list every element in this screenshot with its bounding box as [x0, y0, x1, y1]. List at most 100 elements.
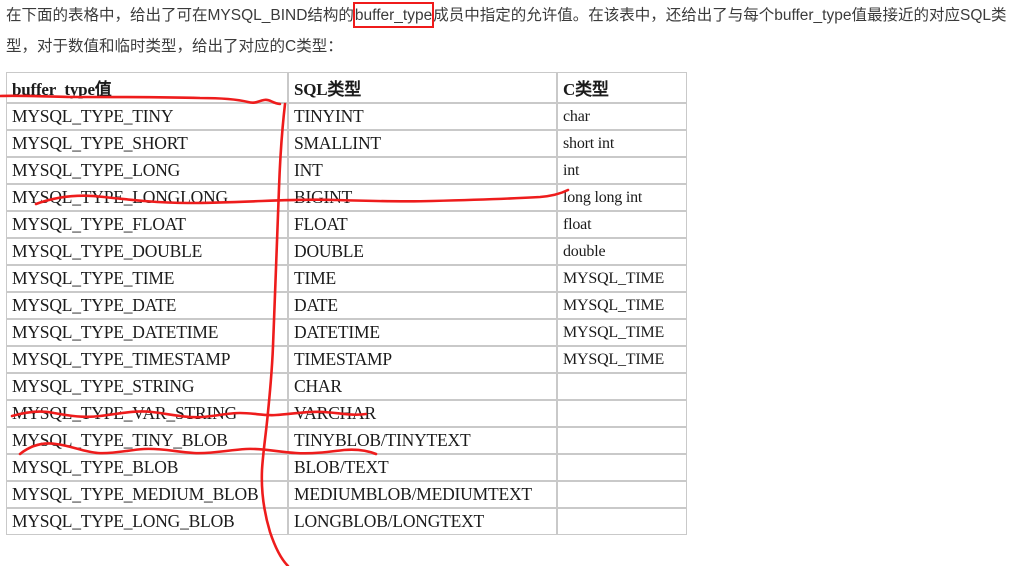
cell-buffer-type-label: MYSQL_TYPE_MEDIUM_BLOB [12, 484, 259, 504]
cell-c-type [557, 373, 687, 400]
cell-sql-type: VARCHAR [288, 400, 557, 427]
cell-c-type: MYSQL_TIME [557, 319, 687, 346]
cell-c-type: float [557, 211, 687, 238]
table-header-row: buffer_type值 SQL类型 C类型 [6, 72, 687, 103]
buffer-type-table: buffer_type值 SQL类型 C类型 MYSQL_TYPE_TINY TI… [6, 72, 687, 535]
table-header: buffer_type值 SQL类型 C类型 [6, 72, 687, 103]
column-header-c-type: C类型 [557, 72, 687, 103]
cell-buffer-type-label: MYSQL_TYPE_TIME [12, 268, 175, 288]
cell-buffer-type-label: MYSQL_TYPE_FLOAT [12, 214, 186, 234]
cell-buffer-type-label: MYSQL_TYPE_VAR_STRING [12, 403, 237, 423]
cell-buffer-type: MYSQL_TYPE_TINY [6, 103, 288, 130]
cell-buffer-type: MYSQL_TYPE_DOUBLE [6, 238, 288, 265]
cell-buffer-type-label: MYSQL_TYPE_TIMESTAMP [12, 349, 231, 369]
cell-sql-type-label: INT [294, 160, 323, 180]
cell-buffer-type-label: MYSQL_TYPE_SHORT [12, 133, 188, 153]
table-row: MYSQL_TYPE_LONG_BLOB LONGBLOB/LONGTEXT [6, 508, 687, 535]
cell-buffer-type: MYSQL_TYPE_LONGLONG [6, 184, 288, 211]
cell-sql-type-label: BIGINT [294, 187, 353, 207]
cell-sql-type-label: MEDIUMBLOB/MEDIUMTEXT [294, 484, 532, 504]
column-header-buffer-type: buffer_type值 [6, 72, 288, 103]
table-row: MYSQL_TYPE_TIME TIME MYSQL_TIME [6, 265, 687, 292]
cell-c-type: double [557, 238, 687, 265]
cell-buffer-type-label: MYSQL_TYPE_TINY_BLOB [12, 430, 228, 450]
cell-buffer-type: MYSQL_TYPE_TINY_BLOB [6, 427, 288, 454]
cell-buffer-type-label: MYSQL_TYPE_BLOB [12, 457, 179, 477]
cell-c-type-label: double [563, 242, 606, 260]
cell-sql-type-label: TIMESTAMP [294, 349, 392, 369]
buffer-type-highlight: buffer_type [352, 0, 435, 31]
table-row: MYSQL_TYPE_VAR_STRING VARCHAR [6, 400, 687, 427]
cell-buffer-type: MYSQL_TYPE_LONG [6, 157, 288, 184]
cell-c-type [557, 400, 687, 427]
table-row: MYSQL_TYPE_SHORT SMALLINT short int [6, 130, 687, 157]
table-row: MYSQL_TYPE_TINY TINYINT char [6, 103, 687, 130]
cell-sql-type-label: CHAR [294, 376, 342, 396]
cell-sql-type-label: VARCHAR [294, 403, 376, 423]
cell-buffer-type: MYSQL_TYPE_DATETIME [6, 319, 288, 346]
cell-buffer-type: MYSQL_TYPE_MEDIUM_BLOB [6, 481, 288, 508]
table-row: MYSQL_TYPE_DATETIME DATETIME MYSQL_TIME [6, 319, 687, 346]
cell-sql-type: BLOB/TEXT [288, 454, 557, 481]
cell-c-type: char [557, 103, 687, 130]
cell-buffer-type: MYSQL_TYPE_FLOAT [6, 211, 288, 238]
cell-c-type-label: long long int [563, 188, 643, 206]
cell-sql-type: DATETIME [288, 319, 557, 346]
cell-buffer-type-label: MYSQL_TYPE_DOUBLE [12, 241, 203, 261]
table-row: MYSQL_TYPE_BLOB BLOB/TEXT [6, 454, 687, 481]
cell-sql-type: LONGBLOB/LONGTEXT [288, 508, 557, 535]
table-row: MYSQL_TYPE_TIMESTAMP TIMESTAMP MYSQL_TIME [6, 346, 687, 373]
cell-sql-type: MEDIUMBLOB/MEDIUMTEXT [288, 481, 557, 508]
table-row: MYSQL_TYPE_MEDIUM_BLOB MEDIUMBLOB/MEDIUMT… [6, 481, 687, 508]
cell-c-type [557, 481, 687, 508]
cell-c-type-label: MYSQL_TIME [563, 350, 665, 368]
table-row: MYSQL_TYPE_TINY_BLOB TINYBLOB/TINYTEXT [6, 427, 687, 454]
cell-sql-type: DATE [288, 292, 557, 319]
column-header-c-type-label: C类型 [563, 80, 609, 99]
cell-c-type: MYSQL_TIME [557, 346, 687, 373]
cell-sql-type-label: TINYINT [294, 106, 364, 126]
cell-sql-type-label: DATETIME [294, 322, 380, 342]
cell-sql-type: TINYINT [288, 103, 557, 130]
cell-c-type [557, 508, 687, 535]
cell-sql-type-label: SMALLINT [294, 133, 381, 153]
cell-buffer-type-label: MYSQL_TYPE_LONG_BLOB [12, 511, 235, 531]
column-header-buffer-type-label: buffer_type值 [12, 80, 112, 99]
cell-c-type-label: MYSQL_TIME [563, 296, 665, 314]
cell-buffer-type: MYSQL_TYPE_STRING [6, 373, 288, 400]
cell-c-type: MYSQL_TIME [557, 265, 687, 292]
cell-c-type: int [557, 157, 687, 184]
cell-sql-type: TINYBLOB/TINYTEXT [288, 427, 557, 454]
cell-sql-type: FLOAT [288, 211, 557, 238]
cell-buffer-type: MYSQL_TYPE_LONG_BLOB [6, 508, 288, 535]
cell-sql-type-label: DOUBLE [294, 241, 364, 261]
cell-sql-type-label: FLOAT [294, 214, 348, 234]
column-header-sql-type-label: SQL类型 [294, 80, 362, 99]
cell-sql-type: SMALLINT [288, 130, 557, 157]
cell-c-type-label: MYSQL_TIME [563, 269, 665, 287]
cell-buffer-type: MYSQL_TYPE_SHORT [6, 130, 288, 157]
cell-buffer-type-label: MYSQL_TYPE_DATE [12, 295, 177, 315]
table-row: MYSQL_TYPE_FLOAT FLOAT float [6, 211, 687, 238]
cell-sql-type-label: TINYBLOB/TINYTEXT [294, 430, 471, 450]
cell-sql-type: TIME [288, 265, 557, 292]
cell-sql-type: BIGINT [288, 184, 557, 211]
cell-buffer-type: MYSQL_TYPE_BLOB [6, 454, 288, 481]
cell-c-type: short int [557, 130, 687, 157]
cell-c-type-label: int [563, 161, 580, 179]
cell-sql-type-label: LONGBLOB/LONGTEXT [294, 511, 485, 531]
cell-buffer-type: MYSQL_TYPE_TIME [6, 265, 288, 292]
cell-sql-type: TIMESTAMP [288, 346, 557, 373]
cell-sql-type: DOUBLE [288, 238, 557, 265]
cell-buffer-type-label: MYSQL_TYPE_DATETIME [12, 322, 219, 342]
buffer-type-token: buffer_type [354, 7, 433, 24]
table-row: MYSQL_TYPE_STRING CHAR [6, 373, 687, 400]
table-row: MYSQL_TYPE_DOUBLE DOUBLE double [6, 238, 687, 265]
cell-c-type: MYSQL_TIME [557, 292, 687, 319]
cell-buffer-type-label: MYSQL_TYPE_LONG [12, 160, 181, 180]
cell-c-type-label: MYSQL_TIME [563, 323, 665, 341]
cell-buffer-type: MYSQL_TYPE_TIMESTAMP [6, 346, 288, 373]
cell-buffer-type-label: MYSQL_TYPE_STRING [12, 376, 195, 396]
intro-text-part-1: 在下面的表格中，给出了可在MYSQL_BIND结构的 [6, 7, 354, 24]
cell-c-type [557, 454, 687, 481]
